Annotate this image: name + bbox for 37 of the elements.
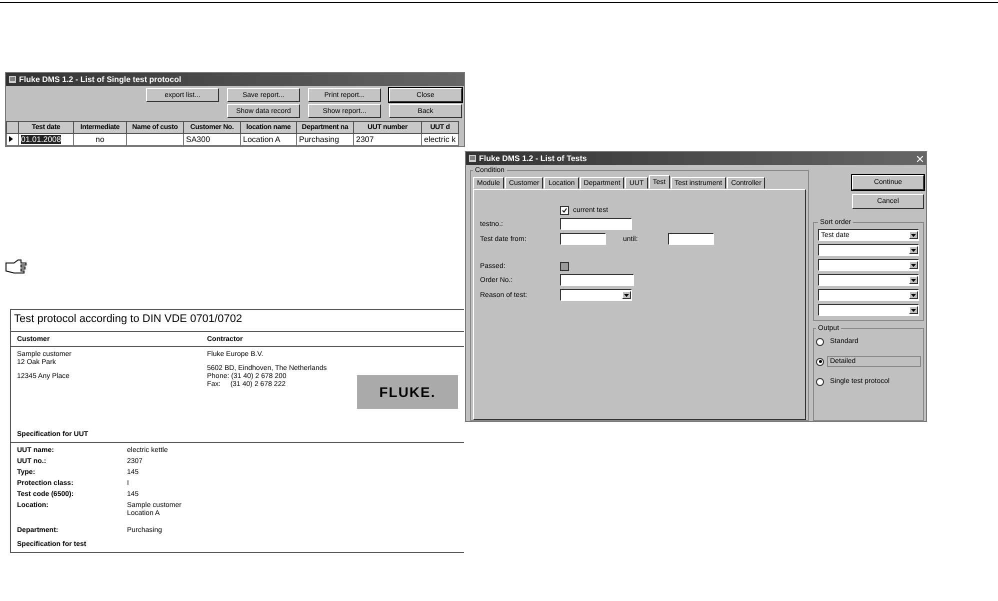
dropdown-arrow-icon[interactable]	[909, 306, 918, 314]
table-cell: Location A	[240, 134, 296, 146]
dropdown-field[interactable]	[818, 259, 919, 271]
table-cell: Purchasing	[296, 134, 354, 146]
window-icon	[9, 76, 16, 83]
dropdown-field[interactable]	[818, 244, 919, 256]
dropdown-field[interactable]	[818, 304, 919, 316]
dropdown-arrow-icon[interactable]	[622, 291, 631, 299]
row-indicator[interactable]	[6, 134, 18, 146]
table-cell: SA300	[184, 134, 240, 146]
dropdown-arrow-icon[interactable]	[909, 261, 918, 269]
input-field[interactable]	[560, 233, 606, 245]
dropdown-arrow-icon[interactable]	[909, 246, 918, 254]
table-cell: 2307	[354, 134, 422, 146]
input-field[interactable]	[560, 218, 632, 230]
table-cell: no	[74, 134, 126, 146]
window-icon	[469, 155, 476, 162]
dropdown-field[interactable]	[818, 289, 919, 301]
input-field[interactable]	[560, 274, 634, 286]
radio-button[interactable]	[816, 338, 824, 346]
radio-button[interactable]	[816, 358, 824, 366]
radio-button[interactable]	[816, 378, 824, 386]
close-icon[interactable]	[917, 156, 923, 162]
checkbox[interactable]	[560, 206, 569, 215]
window-title: Fluke DMS 1.2 - List of Single test protocol	[19, 75, 182, 84]
logo: FLUKE.	[357, 375, 458, 409]
check-icon	[562, 208, 567, 213]
table-cell: 01.01.2008	[18, 134, 74, 146]
dropdown-field[interactable]	[560, 289, 632, 301]
dropdown-field[interactable]	[818, 274, 919, 286]
dropdown-arrow-icon[interactable]	[909, 291, 918, 299]
input-field[interactable]	[668, 233, 714, 245]
dropdown-arrow-icon[interactable]	[909, 231, 918, 239]
radio-dot-icon	[818, 360, 822, 363]
window-title: Fluke DMS 1.2 - List of Tests	[479, 154, 587, 163]
dropdown-arrow-icon[interactable]	[909, 276, 918, 284]
document-title: Test protocol according to DIN VDE 0701/0702	[11, 309, 464, 332]
